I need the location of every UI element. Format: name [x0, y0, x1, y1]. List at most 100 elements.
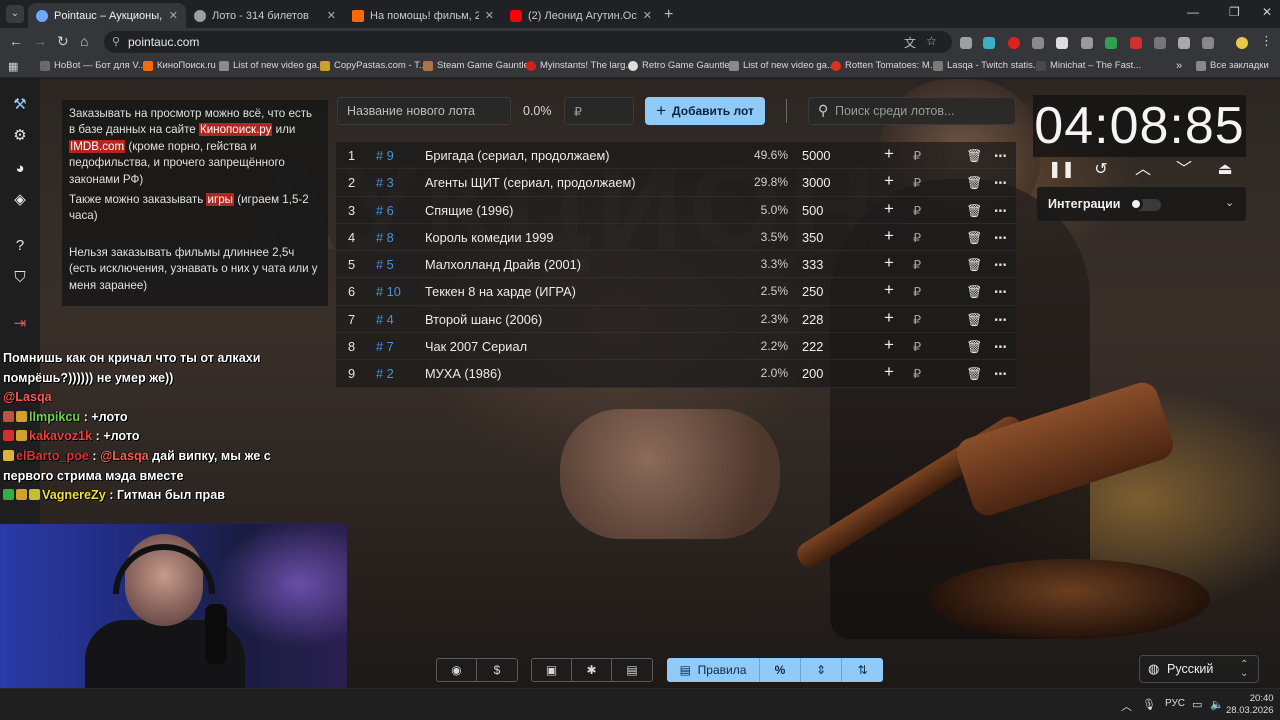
rules-button[interactable]: ▤ Правила	[667, 658, 760, 682]
lot-amount[interactable]: 250	[802, 284, 823, 299]
extension-icon[interactable]	[1178, 37, 1190, 49]
chevron-down-icon[interactable]: ⌄	[1225, 196, 1234, 209]
ruble-input-icon[interactable]: ₽	[913, 175, 921, 191]
volume-icon[interactable]: 🔈	[1210, 698, 1224, 711]
lot-name[interactable]: Король комедии 1999	[425, 230, 554, 245]
lot-name[interactable]: МУХА (1986)	[425, 366, 501, 381]
bookmark-item[interactable]: Lasqa - Twitch statis...	[933, 60, 1041, 71]
help-icon[interactable]: ?	[10, 236, 30, 256]
trash-icon[interactable]: 🗑	[966, 230, 982, 246]
plus-icon[interactable]: +	[884, 171, 894, 191]
kinopoisk-link[interactable]: Кинопоиск.ру	[198, 123, 273, 137]
lot-amount[interactable]: 200	[802, 366, 823, 381]
plus-icon[interactable]: +	[884, 253, 894, 273]
wheel-icon[interactable]: ◕	[10, 159, 30, 179]
more-icon[interactable]: ⋯	[994, 203, 1007, 219]
tab-loto[interactable]: Лото - 314 билетов ✕	[186, 3, 344, 28]
integrations-panel[interactable]: Интеграции ⌄	[1037, 187, 1246, 221]
bookmark-item[interactable]: Myinstants! The larg...	[526, 60, 633, 71]
bookmark-item[interactable]: Steam Game Gauntlet	[423, 60, 532, 71]
pause-icon[interactable]: ❚❚	[1048, 159, 1075, 181]
logout-icon[interactable]: ⇥	[10, 314, 30, 334]
lot-amount[interactable]: 500	[802, 203, 823, 218]
lot-name[interactable]: Второй шанс (2006)	[425, 312, 542, 327]
github-icon[interactable]: ◉	[437, 659, 477, 681]
more-icon[interactable]: ⋯	[994, 366, 1007, 382]
compact-view-icon[interactable]: ⇕	[801, 658, 842, 682]
save-icon[interactable]: ▣	[532, 659, 572, 681]
bookmark-item[interactable]: КиноПоиск.ru	[143, 60, 216, 71]
lot-amount[interactable]: 350	[802, 230, 823, 245]
plus-icon[interactable]: +	[884, 199, 894, 219]
lot-name[interactable]: Бригада (сериал, продолжаем)	[425, 148, 610, 163]
lot-name[interactable]: Спящие (1996)	[425, 203, 513, 218]
lot-row[interactable]: 2 # 3 Агенты ЩИТ (сериал, продолжаем) 29.8%…	[336, 169, 1016, 197]
trash-icon[interactable]: 🗑	[966, 366, 982, 382]
clear-icon[interactable]: ▤	[612, 659, 652, 681]
bookmark-item[interactable]: Rotten Tomatoes: M...	[831, 60, 938, 71]
restore-icon[interactable]: ❐	[1229, 5, 1240, 19]
extension-icon[interactable]	[960, 37, 972, 49]
shield-icon[interactable]: ⛉	[10, 268, 30, 288]
bookmark-item[interactable]: List of new video ga...	[219, 60, 325, 71]
lot-name-input[interactable]: Название нового лота	[337, 97, 511, 125]
address-bar[interactable]: ⚲ pointauc.com 文 ☆	[104, 31, 952, 53]
bookmark-item[interactable]: List of new video ga...	[729, 60, 835, 71]
lot-row[interactable]: 1 # 9 Бригада (сериал, продолжаем) 49.6% 500…	[336, 142, 1016, 170]
extension-icon[interactable]	[1105, 37, 1117, 49]
more-icon[interactable]: ⋯	[994, 257, 1007, 273]
close-tab-icon[interactable]: ✕	[327, 9, 336, 22]
more-icon[interactable]: ⋯	[994, 284, 1007, 300]
plus-icon[interactable]: +	[884, 280, 894, 300]
lot-amount[interactable]: 333	[802, 257, 823, 272]
tab-kinopoisk[interactable]: На помощь! фильм, 2025, дата ✕	[344, 3, 502, 28]
tab-search-icon[interactable]: ⌄	[6, 5, 24, 23]
lot-name[interactable]: Малхолланд Драйв (2001)	[425, 257, 581, 272]
translate-icon[interactable]: 文	[904, 34, 916, 51]
system-clock[interactable]: 20:40 28.03.2026	[1226, 693, 1274, 717]
bookmark-item[interactable]: Minichat – The Fast...	[1036, 60, 1141, 71]
close-tab-icon[interactable]: ✕	[485, 9, 494, 22]
trash-icon[interactable]: 🗑	[966, 312, 982, 328]
more-bookmarks-icon[interactable]: »	[1176, 60, 1182, 72]
extension-icon[interactable]	[1032, 37, 1044, 49]
bookmark-star-icon[interactable]: ☆	[926, 34, 937, 48]
trash-icon[interactable]: 🗑	[966, 257, 982, 273]
bookmark-item[interactable]: HoBot — Бот для V...	[40, 60, 146, 71]
forward-icon[interactable]: →	[33, 33, 47, 49]
lot-row[interactable]: 7 # 4 Второй шанс (2006) 2.3% 228 + ₽ 🗑 ⋯	[336, 305, 1016, 334]
trash-icon[interactable]: 🗑	[966, 148, 982, 164]
lot-name[interactable]: Агенты ЩИТ (сериал, продолжаем)	[425, 175, 636, 190]
more-icon[interactable]: ⋯	[994, 312, 1007, 328]
eject-icon[interactable]: ⏏	[1213, 159, 1237, 181]
lot-name[interactable]: Чак 2007 Сериал	[425, 339, 527, 354]
bookmark-item[interactable]: CopyPastas.com - T...	[320, 60, 427, 71]
extension-icon[interactable]	[1081, 37, 1093, 49]
ruble-input-icon[interactable]: ₽	[913, 312, 921, 328]
tray-chevron-icon[interactable]: ︿	[1121, 698, 1132, 714]
gear-icon[interactable]: ⚙	[10, 126, 30, 146]
tab-youtube[interactable]: (2) Леонид Агутин.Остров - Yo ✕	[502, 3, 660, 28]
gavel-icon[interactable]: ⚒	[10, 95, 30, 115]
ruble-input-icon[interactable]: ₽	[913, 366, 921, 382]
trash-icon[interactable]: 🗑	[966, 339, 982, 355]
more-icon[interactable]: ⋯	[994, 230, 1007, 246]
extensions-puzzle-icon[interactable]	[1202, 37, 1214, 49]
imdb-link[interactable]: IMDB.com	[69, 139, 126, 153]
percent-toggle-button[interactable]: %	[760, 658, 801, 682]
plus-icon[interactable]: +	[884, 362, 894, 382]
lot-row[interactable]: 4 # 8 Король комедии 1999 3.5% 350 + ₽ 🗑 ⋯	[336, 223, 1016, 252]
menu-dots-icon[interactable]: ⋮	[1260, 33, 1273, 49]
more-icon[interactable]: ⋯	[994, 148, 1007, 164]
reset-timer-icon[interactable]: ↺	[1089, 159, 1113, 181]
extension-icon[interactable]	[1130, 37, 1142, 49]
close-window-icon[interactable]: ✕	[1262, 5, 1272, 19]
games-link[interactable]: игры	[206, 193, 234, 207]
lot-amount[interactable]: 222	[802, 339, 823, 354]
add-lot-button[interactable]: + Добавить лот	[645, 97, 765, 125]
plus-icon[interactable]: +	[884, 335, 894, 355]
close-tab-icon[interactable]: ✕	[643, 9, 652, 22]
reload-icon[interactable]: ↻	[57, 33, 69, 50]
all-bookmarks[interactable]: Все закладки	[1196, 60, 1269, 71]
layers-icon[interactable]: ◈	[10, 190, 30, 210]
